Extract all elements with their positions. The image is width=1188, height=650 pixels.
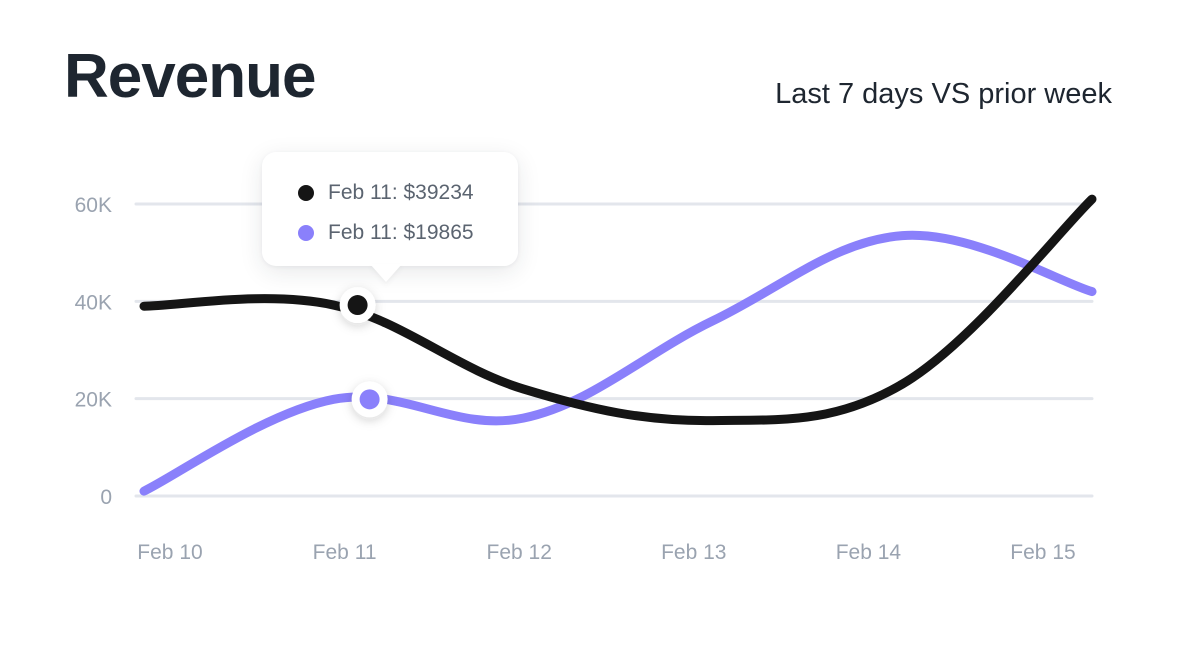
- revenue-chart-card: Revenue Last 7 days VS prior week 0 20K 40…: [0, 0, 1188, 650]
- tooltip-prior-value: Feb 11: $19865: [328, 221, 474, 244]
- tooltip-current-value: Feb 11: $39234: [328, 181, 474, 204]
- y-tick-label: 60K: [75, 194, 112, 217]
- data-tooltip: Feb 11: $39234 Feb 11: $19865: [262, 152, 518, 266]
- highlight-point-prior[interactable]: [359, 389, 380, 410]
- tooltip-row-prior: Feb 11: $19865: [298, 221, 474, 245]
- series-line-prior: [139, 230, 1097, 496]
- series-current-dot-icon: [298, 185, 314, 201]
- tooltip-row-current: Feb 11: $39234: [298, 181, 474, 205]
- line-chart: 020K40K60K Feb 10 Feb 11 Feb 12 Feb 13 Feb 1…: [75, 194, 1097, 564]
- highlight-point-current[interactable]: [347, 295, 368, 316]
- x-tick-label: Feb 12: [487, 541, 552, 564]
- series-prior-dot-icon: [298, 225, 314, 241]
- y-tick-label: 0: [100, 486, 112, 509]
- x-tick-label: Feb 11: [313, 541, 377, 564]
- x-tick-label: Feb 13: [661, 541, 726, 564]
- x-tick-label: Feb 14: [836, 541, 902, 564]
- x-tick-label: Feb 15: [1010, 541, 1075, 564]
- x-tick-label: Feb 10: [137, 541, 202, 564]
- y-tick-label: 40K: [75, 291, 112, 314]
- x-axis-ticks: Feb 10 Feb 11 Feb 12 Feb 13 Feb 14 Feb 15: [137, 541, 1075, 564]
- y-tick-label: 20K: [75, 389, 112, 412]
- y-axis-ticks: 0 20K 40K 60K: [75, 194, 112, 509]
